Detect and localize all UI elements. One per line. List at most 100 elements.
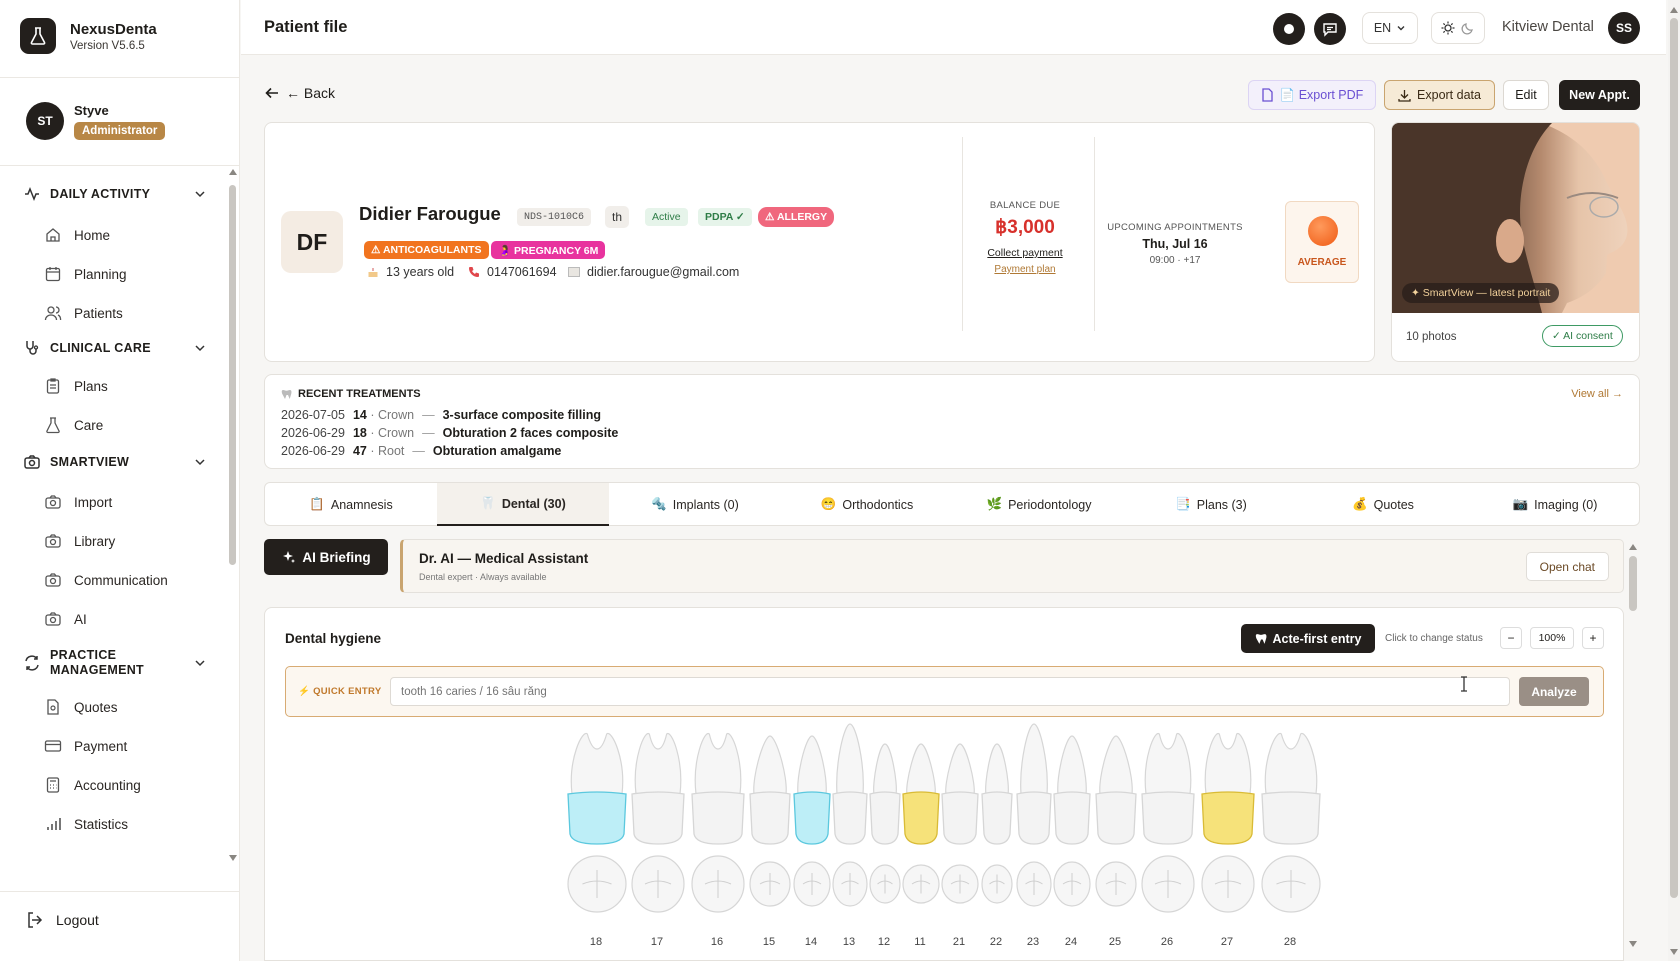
patient-portrait[interactable]: ✦ SmartView — latest portrait — [1392, 123, 1639, 313]
ai-briefing-button[interactable]: AI Briefing — [264, 539, 388, 575]
patient-phone[interactable]: 0147061694 — [468, 265, 557, 279]
back-button[interactable]: ← Back — [264, 85, 335, 101]
ai-consent-badge[interactable]: ✓ AI consent — [1542, 325, 1623, 347]
tab-anamnesis[interactable]: 📋 Anamnesis — [265, 483, 437, 526]
new-appointment-button[interactable]: New Appt. — [1559, 80, 1640, 110]
tab-imaging[interactable]: 📷 Imaging (0) — [1469, 483, 1641, 526]
acte-first-entry-button[interactable]: Acte-first entry — [1241, 624, 1375, 653]
treatment-row[interactable]: 2026-06-29 18 · Crown — Obturation 2 fac… — [281, 426, 618, 440]
user-profile[interactable]: ST Styve Administrator — [26, 102, 166, 140]
tooth-crown — [691, 791, 745, 845]
tooth-13[interactable] — [832, 723, 868, 907]
risk-indicator[interactable]: AVERAGE — [1285, 201, 1359, 283]
tab-quotes[interactable]: 💰 Quotes — [1297, 483, 1469, 526]
home-icon — [46, 228, 60, 242]
moon-icon[interactable] — [1461, 21, 1475, 35]
patient-id-badge: NDS-1010C6 — [517, 208, 592, 226]
tooth-chart[interactable] — [265, 716, 1625, 936]
quick-entry-input[interactable] — [390, 677, 1510, 706]
tooth-crown — [567, 791, 627, 845]
sidebar-item-payment[interactable]: Payment — [44, 735, 127, 757]
patient-tabs: 📋 Anamnesis 🦷 Dental (30) 🔩 Implants (0) 😁 O… — [264, 482, 1640, 526]
tooth-16[interactable] — [691, 732, 745, 913]
tooth-14[interactable] — [793, 735, 831, 907]
sidebar-item-patients[interactable]: Patients — [44, 302, 123, 324]
language-select[interactable]: EN — [1362, 12, 1418, 44]
tooth-12[interactable] — [869, 743, 901, 904]
sidebar-item-planning[interactable]: Planning — [44, 263, 127, 285]
theme-toggle[interactable] — [1431, 12, 1485, 44]
logout-button[interactable]: Logout — [26, 911, 99, 929]
brand[interactable]: NexusDenta Version V5.6.5 — [20, 18, 157, 54]
treatment-row[interactable]: 2026-06-29 47 · Root — Obturation amalga… — [281, 444, 561, 458]
sidebar-item-quotes[interactable]: Quotes — [44, 696, 118, 718]
tooth-number: 23 — [1026, 936, 1040, 948]
tab-dental[interactable]: 🦷 Dental (30) — [437, 483, 609, 526]
sidebar-item-communication[interactable]: Communication — [44, 569, 168, 591]
tab-implants[interactable]: 🔩 Implants (0) — [609, 483, 781, 526]
treatment-type: · Crown — [370, 408, 415, 422]
sun-icon[interactable] — [1441, 21, 1455, 35]
zoom-in-button[interactable]: + — [1582, 627, 1604, 649]
patient-email[interactable]: didier.farougue@gmail.com — [568, 265, 739, 279]
chat-button[interactable] — [1314, 13, 1346, 45]
sidebar-item-ai[interactable]: AI — [44, 608, 87, 630]
sidebar-item-import[interactable]: Import — [44, 491, 112, 513]
analyze-button[interactable]: Analyze — [1519, 677, 1589, 706]
treatment-row[interactable]: 2026-07-05 14 · Crown — 3-surface compos… — [281, 408, 601, 422]
sidebar-item-accounting[interactable]: Accounting — [44, 774, 141, 796]
tooth-21[interactable] — [941, 743, 979, 904]
tooth-18[interactable] — [567, 732, 627, 913]
sidebar-item-home[interactable]: Home — [44, 224, 110, 246]
sidebar-item-care[interactable]: Care — [44, 414, 103, 436]
nav-section-daily-activity[interactable]: DAILY ACTIVITY — [24, 186, 205, 202]
collect-payment-link[interactable]: Collect payment — [963, 247, 1087, 259]
sidebar-item-statistics[interactable]: Statistics — [44, 813, 128, 835]
avatar[interactable]: SS — [1608, 12, 1640, 44]
tooth-23[interactable] — [1016, 723, 1052, 907]
nav-menu: DAILY ACTIVITY Home Planning Patients CL… — [0, 168, 228, 876]
export-pdf-button[interactable]: 📄 Export PDF — [1248, 80, 1376, 110]
payment-plan-link[interactable]: Payment plan — [963, 264, 1087, 275]
main-scrollbar[interactable] — [1628, 540, 1638, 948]
nav-section-practice-management[interactable]: PRACTICE MANAGEMENT — [24, 648, 205, 678]
nav-section-clinical-care[interactable]: CLINICAL CARE — [24, 340, 205, 356]
view-all-link[interactable]: View all → — [1571, 388, 1623, 400]
tooth-15[interactable] — [749, 735, 791, 907]
tooth-22[interactable] — [981, 743, 1013, 904]
open-chat-button[interactable]: Open chat — [1525, 552, 1609, 581]
edit-button[interactable]: Edit — [1503, 80, 1549, 110]
sidebar-item-label: Planning — [74, 266, 127, 282]
sidebar-item-library[interactable]: Library — [44, 530, 115, 552]
tab-periodontology[interactable]: 🌿 Periodontology — [953, 483, 1125, 526]
tooth-17[interactable] — [631, 732, 685, 913]
tooth-24[interactable] — [1053, 735, 1091, 907]
photo-count[interactable]: 10 photos — [1406, 331, 1457, 343]
tooth-root — [906, 743, 936, 795]
tooth-26[interactable] — [1141, 732, 1195, 913]
calendar-icon — [45, 267, 61, 282]
tab-orthodontics[interactable]: 😁 Orthodontics — [781, 483, 953, 526]
phone-icon — [469, 267, 479, 277]
tooth-root — [797, 735, 827, 795]
sidebar-scroll-thumb[interactable] — [229, 185, 236, 565]
zoom-out-button[interactable]: − — [1500, 627, 1522, 649]
chevron-down-icon — [1397, 26, 1405, 31]
nav-section-smartview[interactable]: SMARTVIEW — [24, 454, 205, 470]
patient-avatar: DF — [281, 211, 343, 273]
chevron-down-icon — [195, 191, 205, 198]
sidebar-item-label: Care — [74, 417, 104, 433]
tab-label: Imaging (0) — [1534, 497, 1598, 512]
page-scrollbar[interactable] — [1668, 0, 1680, 961]
chevron-down-icon — [195, 660, 205, 667]
tooth-28[interactable] — [1261, 732, 1321, 913]
age-text: 13 years old — [386, 265, 455, 279]
sidebar-item-plans[interactable]: Plans — [44, 375, 108, 397]
tab-plans[interactable]: 📑 Plans (3) — [1125, 483, 1297, 526]
tooth-11[interactable] — [902, 743, 940, 904]
record-button[interactable] — [1273, 13, 1305, 45]
tooth-number: 14 — [804, 936, 818, 948]
export-data-button[interactable]: Export data — [1384, 80, 1495, 110]
tooth-25[interactable] — [1095, 735, 1137, 907]
tooth-27[interactable] — [1201, 732, 1255, 913]
